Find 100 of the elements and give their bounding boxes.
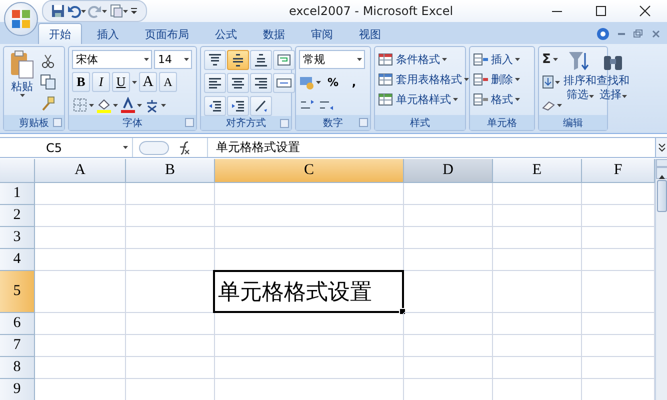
caret-icon: [357, 58, 362, 61]
currency-icon: [299, 74, 315, 90]
cut-button[interactable]: [40, 52, 56, 70]
cells-menu-button[interactable]: 格式: [473, 90, 520, 109]
row-header[interactable]: 8: [0, 357, 35, 379]
font-style-button[interactable]: B: [72, 72, 90, 92]
align-right-button[interactable]: [250, 73, 272, 93]
column-header[interactable]: E: [493, 159, 582, 183]
cells-menu-button[interactable]: 删除: [473, 70, 520, 89]
find-select-button[interactable]: 查找和选择: [598, 50, 628, 115]
sort-filter-button[interactable]: 排序和筛选: [565, 50, 595, 115]
office-button[interactable]: [4, 2, 38, 36]
ribbon-tab[interactable]: 开始: [38, 23, 82, 44]
wrap-text-button[interactable]: [273, 50, 295, 70]
scroll-up-button[interactable]: [656, 167, 667, 179]
formula-input[interactable]: 单元格格式设置: [208, 139, 655, 156]
font-style-button[interactable]: I: [92, 72, 110, 92]
maximize-icon: [595, 5, 607, 17]
ribbon-tab[interactable]: 页面布局: [134, 23, 200, 44]
styles-menu-button[interactable]: 单元格样式: [378, 90, 458, 109]
caret-icon: [137, 104, 142, 106]
row-header[interactable]: 5: [0, 271, 35, 313]
fill-down-icon: [542, 75, 554, 89]
caret-icon: [442, 58, 447, 61]
styles-menu-button[interactable]: 条件格式: [378, 50, 447, 69]
row-header[interactable]: 4: [0, 249, 35, 271]
font-name-dropdown[interactable]: 宋体: [72, 50, 152, 69]
help-icon: [596, 27, 610, 41]
row-header[interactable]: 1: [0, 183, 35, 205]
number-format-dropdown[interactable]: 常规: [299, 50, 365, 69]
styles-menu-button[interactable]: 套用表格格式: [378, 70, 469, 89]
caret-icon: [316, 80, 321, 84]
caret-icon: [20, 94, 24, 97]
align-right-icon: [253, 75, 269, 91]
table-style-icon: [378, 52, 394, 68]
font-size-dropdown[interactable]: 14: [154, 50, 192, 69]
ribbon-tab[interactable]: 审阅: [300, 23, 344, 44]
column-header[interactable]: C: [215, 159, 404, 183]
clipboard-dialog-launcher[interactable]: [53, 118, 62, 127]
increase-indent-button[interactable]: [227, 96, 249, 116]
double-chevron-icon: [658, 142, 666, 152]
redo-icon: [88, 4, 102, 18]
group-label: 单元格: [487, 116, 517, 130]
fill-handle[interactable]: [399, 308, 406, 315]
borders-icon: [72, 97, 88, 113]
handle-icon: [139, 140, 169, 154]
function-icon: [177, 140, 191, 154]
ribbon-tab[interactable]: 数据: [252, 23, 296, 44]
autosum-button[interactable]: Σ: [542, 50, 558, 69]
group-label: 字体: [122, 116, 142, 130]
align-center-button[interactable]: [227, 73, 249, 93]
insert-function-button[interactable]: [177, 140, 191, 154]
scroll-thumb[interactable]: [657, 180, 667, 212]
column-header[interactable]: F: [582, 159, 655, 183]
grow-font-button[interactable]: A: [139, 72, 157, 92]
cells-icon: [473, 72, 489, 88]
ribbon-tab[interactable]: 视图: [348, 23, 392, 44]
text-angle-button[interactable]: [250, 96, 272, 116]
ribbon-tab[interactable]: 公式: [204, 23, 248, 44]
row-header[interactable]: 3: [0, 227, 35, 249]
paste-button[interactable]: 粘贴: [7, 50, 37, 115]
save-icon: [51, 4, 65, 18]
eraser-icon: [542, 99, 556, 111]
align-bottom-button[interactable]: [250, 50, 272, 70]
comma-style-button[interactable]: ,: [345, 72, 363, 92]
close-icon: [651, 29, 661, 39]
row-header[interactable]: 7: [0, 335, 35, 357]
font-style-button[interactable]: U: [112, 72, 130, 92]
save-button[interactable]: [51, 2, 65, 20]
toolbar-button[interactable]: [109, 2, 128, 20]
decrease-indent-button[interactable]: [204, 96, 226, 116]
document-icon: [109, 4, 123, 18]
cells-menu-button[interactable]: 插入: [473, 50, 520, 69]
align-top-icon: [207, 52, 223, 68]
caret-icon: [515, 78, 520, 81]
row-header[interactable]: 2: [0, 205, 35, 227]
merge-cells-button[interactable]: [273, 73, 295, 93]
align-top-button[interactable]: [204, 50, 226, 70]
formula-handle[interactable]: [139, 140, 169, 154]
row-header[interactable]: 9: [0, 379, 35, 400]
align-bottom-icon: [253, 52, 269, 68]
font-color-button[interactable]: [120, 95, 142, 115]
caret-icon: [588, 95, 594, 98]
row-header[interactable]: 6: [0, 313, 35, 335]
percent-style-button[interactable]: %: [324, 72, 342, 92]
format-painter-button[interactable]: [40, 94, 56, 112]
name-box[interactable]: C5: [0, 138, 133, 157]
caret-icon: [81, 10, 86, 12]
caret-icon: [515, 58, 520, 61]
expand-formula-button[interactable]: [655, 138, 667, 157]
active-cell[interactable]: 单元格格式设置: [213, 270, 404, 313]
column-header[interactable]: A: [35, 159, 126, 183]
shrink-font-button[interactable]: A: [159, 72, 177, 92]
column-header[interactable]: D: [404, 159, 493, 183]
ribbon-tab[interactable]: 插入: [86, 23, 130, 44]
copy-button[interactable]: [40, 73, 56, 91]
column-header[interactable]: B: [126, 159, 215, 183]
close-icon: [639, 5, 651, 17]
align-middle-button[interactable]: [227, 50, 249, 70]
align-left-button[interactable]: [204, 73, 226, 93]
